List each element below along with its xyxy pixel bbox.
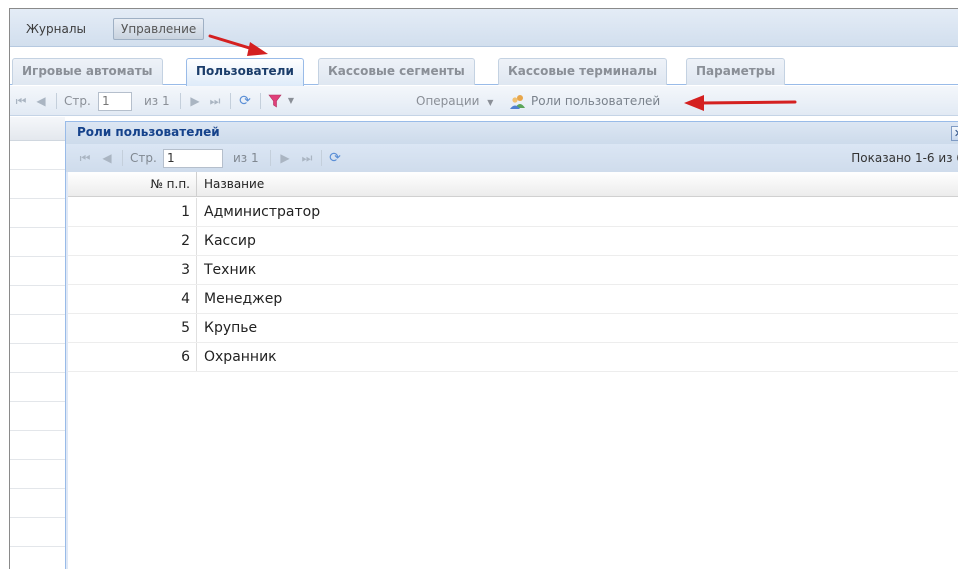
- grid-rows: 1 Администратор 2 Кассир 3 Техник 4 Мене…: [68, 198, 958, 372]
- background-grid-row: [10, 286, 65, 315]
- tab-strip: Игровые автоматы Пользователи Кассовые с…: [10, 55, 958, 86]
- filter-dropdown-icon[interactable]: ▼: [284, 94, 298, 108]
- tab-slot-machines[interactable]: Игровые автоматы: [12, 58, 163, 85]
- menu-bar: Журналы Управление: [10, 9, 958, 47]
- background-grid-row: [10, 431, 65, 460]
- operations-menu-button[interactable]: Операции ▼: [416, 86, 493, 116]
- table-row[interactable]: 3 Техник: [68, 256, 958, 285]
- dialog-header[interactable]: Роли пользователей ✕: [66, 122, 958, 144]
- background-grid: [10, 117, 65, 569]
- tab-cash-terminals[interactable]: Кассовые терминалы: [498, 58, 668, 85]
- cell-name: Менеджер: [204, 291, 283, 307]
- table-row[interactable]: 1 Администратор: [68, 198, 958, 227]
- cell-number: 3: [68, 256, 197, 284]
- prev-page-icon[interactable]: ◀: [34, 94, 48, 108]
- toolbar-separator: [260, 93, 261, 109]
- toolbar-separator: [180, 93, 181, 109]
- table-row[interactable]: 4 Менеджер: [68, 285, 958, 314]
- background-grid-row: [10, 315, 65, 344]
- app-window: Журналы Управление Игровые автоматы Поль…: [9, 8, 958, 569]
- filter-icon[interactable]: [268, 94, 282, 108]
- refresh-icon[interactable]: ⟳: [328, 151, 342, 165]
- operations-label: Операции: [416, 94, 480, 108]
- last-page-icon[interactable]: ⏭: [300, 151, 314, 165]
- table-row[interactable]: 6 Охранник: [68, 343, 958, 372]
- background-grid-row: [10, 402, 65, 431]
- page-total: из 1: [144, 94, 170, 108]
- cell-number: 1: [68, 198, 197, 226]
- menu-journals-button[interactable]: Журналы: [18, 18, 94, 40]
- main-toolbar: ⏮ ◀ Стр. 1 из 1 ▶ ⏭ ⟳ ▼ Операции ▼ Роли …: [10, 86, 958, 116]
- last-page-icon[interactable]: ⏭: [208, 94, 222, 108]
- cell-number: 2: [68, 227, 197, 255]
- toolbar-separator: [122, 150, 123, 166]
- cell-name: Администратор: [204, 204, 321, 220]
- dialog-paging-toolbar: ⏮ ◀ Стр. 1 из 1 ▶ ⏭ ⟳ Показано 1-6 из 6: [66, 144, 958, 172]
- toolbar-separator: [230, 93, 231, 109]
- background-grid-row: [10, 518, 65, 547]
- prev-page-icon[interactable]: ◀: [100, 151, 114, 165]
- tab-cash-segments[interactable]: Кассовые сегменты: [318, 58, 475, 85]
- user-roles-button[interactable]: Роли пользователей: [531, 86, 660, 116]
- records-count: Показано 1-6 из 6: [851, 151, 958, 165]
- dialog-page-total: из 1: [233, 151, 259, 165]
- cell-number: 5: [68, 314, 197, 342]
- close-icon[interactable]: ✕: [951, 126, 958, 141]
- dialog-page-label: Стр.: [130, 151, 157, 165]
- background-grid-row: [10, 170, 65, 199]
- tab-users[interactable]: Пользователи: [186, 58, 304, 86]
- toolbar-separator: [321, 150, 322, 166]
- cell-number: 4: [68, 285, 197, 313]
- chevron-down-icon: ▼: [487, 98, 494, 107]
- toolbar-separator: [270, 150, 271, 166]
- first-page-icon[interactable]: ⏮: [14, 94, 28, 108]
- refresh-icon[interactable]: ⟳: [238, 94, 252, 108]
- grid-header: № п.п. Название: [68, 172, 958, 197]
- cell-name: Техник: [204, 262, 257, 278]
- background-grid-header: [10, 117, 65, 141]
- user-roles-dialog: Роли пользователей ✕ ⏮ ◀ Стр. 1 из 1 ▶ ⏭…: [65, 121, 958, 569]
- dialog-page-input[interactable]: 1: [163, 149, 223, 168]
- table-row[interactable]: 5 Крупье: [68, 314, 958, 343]
- column-header-name[interactable]: Название: [198, 172, 264, 197]
- background-grid-row: [10, 460, 65, 489]
- tab-parameters[interactable]: Параметры: [686, 58, 786, 85]
- cell-number: 6: [68, 343, 197, 371]
- background-grid-row: [10, 257, 65, 286]
- background-grid-row: [10, 489, 65, 518]
- cell-name: Охранник: [204, 349, 277, 365]
- background-grid-row: [10, 344, 65, 373]
- background-grid-row: [10, 141, 65, 170]
- cell-name: Кассир: [204, 233, 256, 249]
- column-header-number[interactable]: № п.п.: [68, 172, 197, 197]
- roles-grid: № п.п. Название 1 Администратор 2 Кассир…: [68, 172, 958, 569]
- page-input[interactable]: 1: [98, 92, 132, 111]
- next-page-icon[interactable]: ▶: [278, 151, 292, 165]
- background-grid-row: [10, 373, 65, 402]
- page-label: Стр.: [64, 94, 91, 108]
- background-grid-row: [10, 228, 65, 257]
- background-grid-row: [10, 547, 65, 569]
- first-page-icon[interactable]: ⏮: [78, 151, 92, 165]
- table-row[interactable]: 2 Кассир: [68, 227, 958, 256]
- users-roles-icon[interactable]: [509, 94, 527, 109]
- dialog-title: Роли пользователей: [77, 125, 220, 139]
- background-grid-row: [10, 199, 65, 228]
- toolbar-separator: [56, 93, 57, 109]
- menu-management-button[interactable]: Управление: [113, 18, 205, 40]
- cell-name: Крупье: [204, 320, 258, 336]
- next-page-icon[interactable]: ▶: [188, 94, 202, 108]
